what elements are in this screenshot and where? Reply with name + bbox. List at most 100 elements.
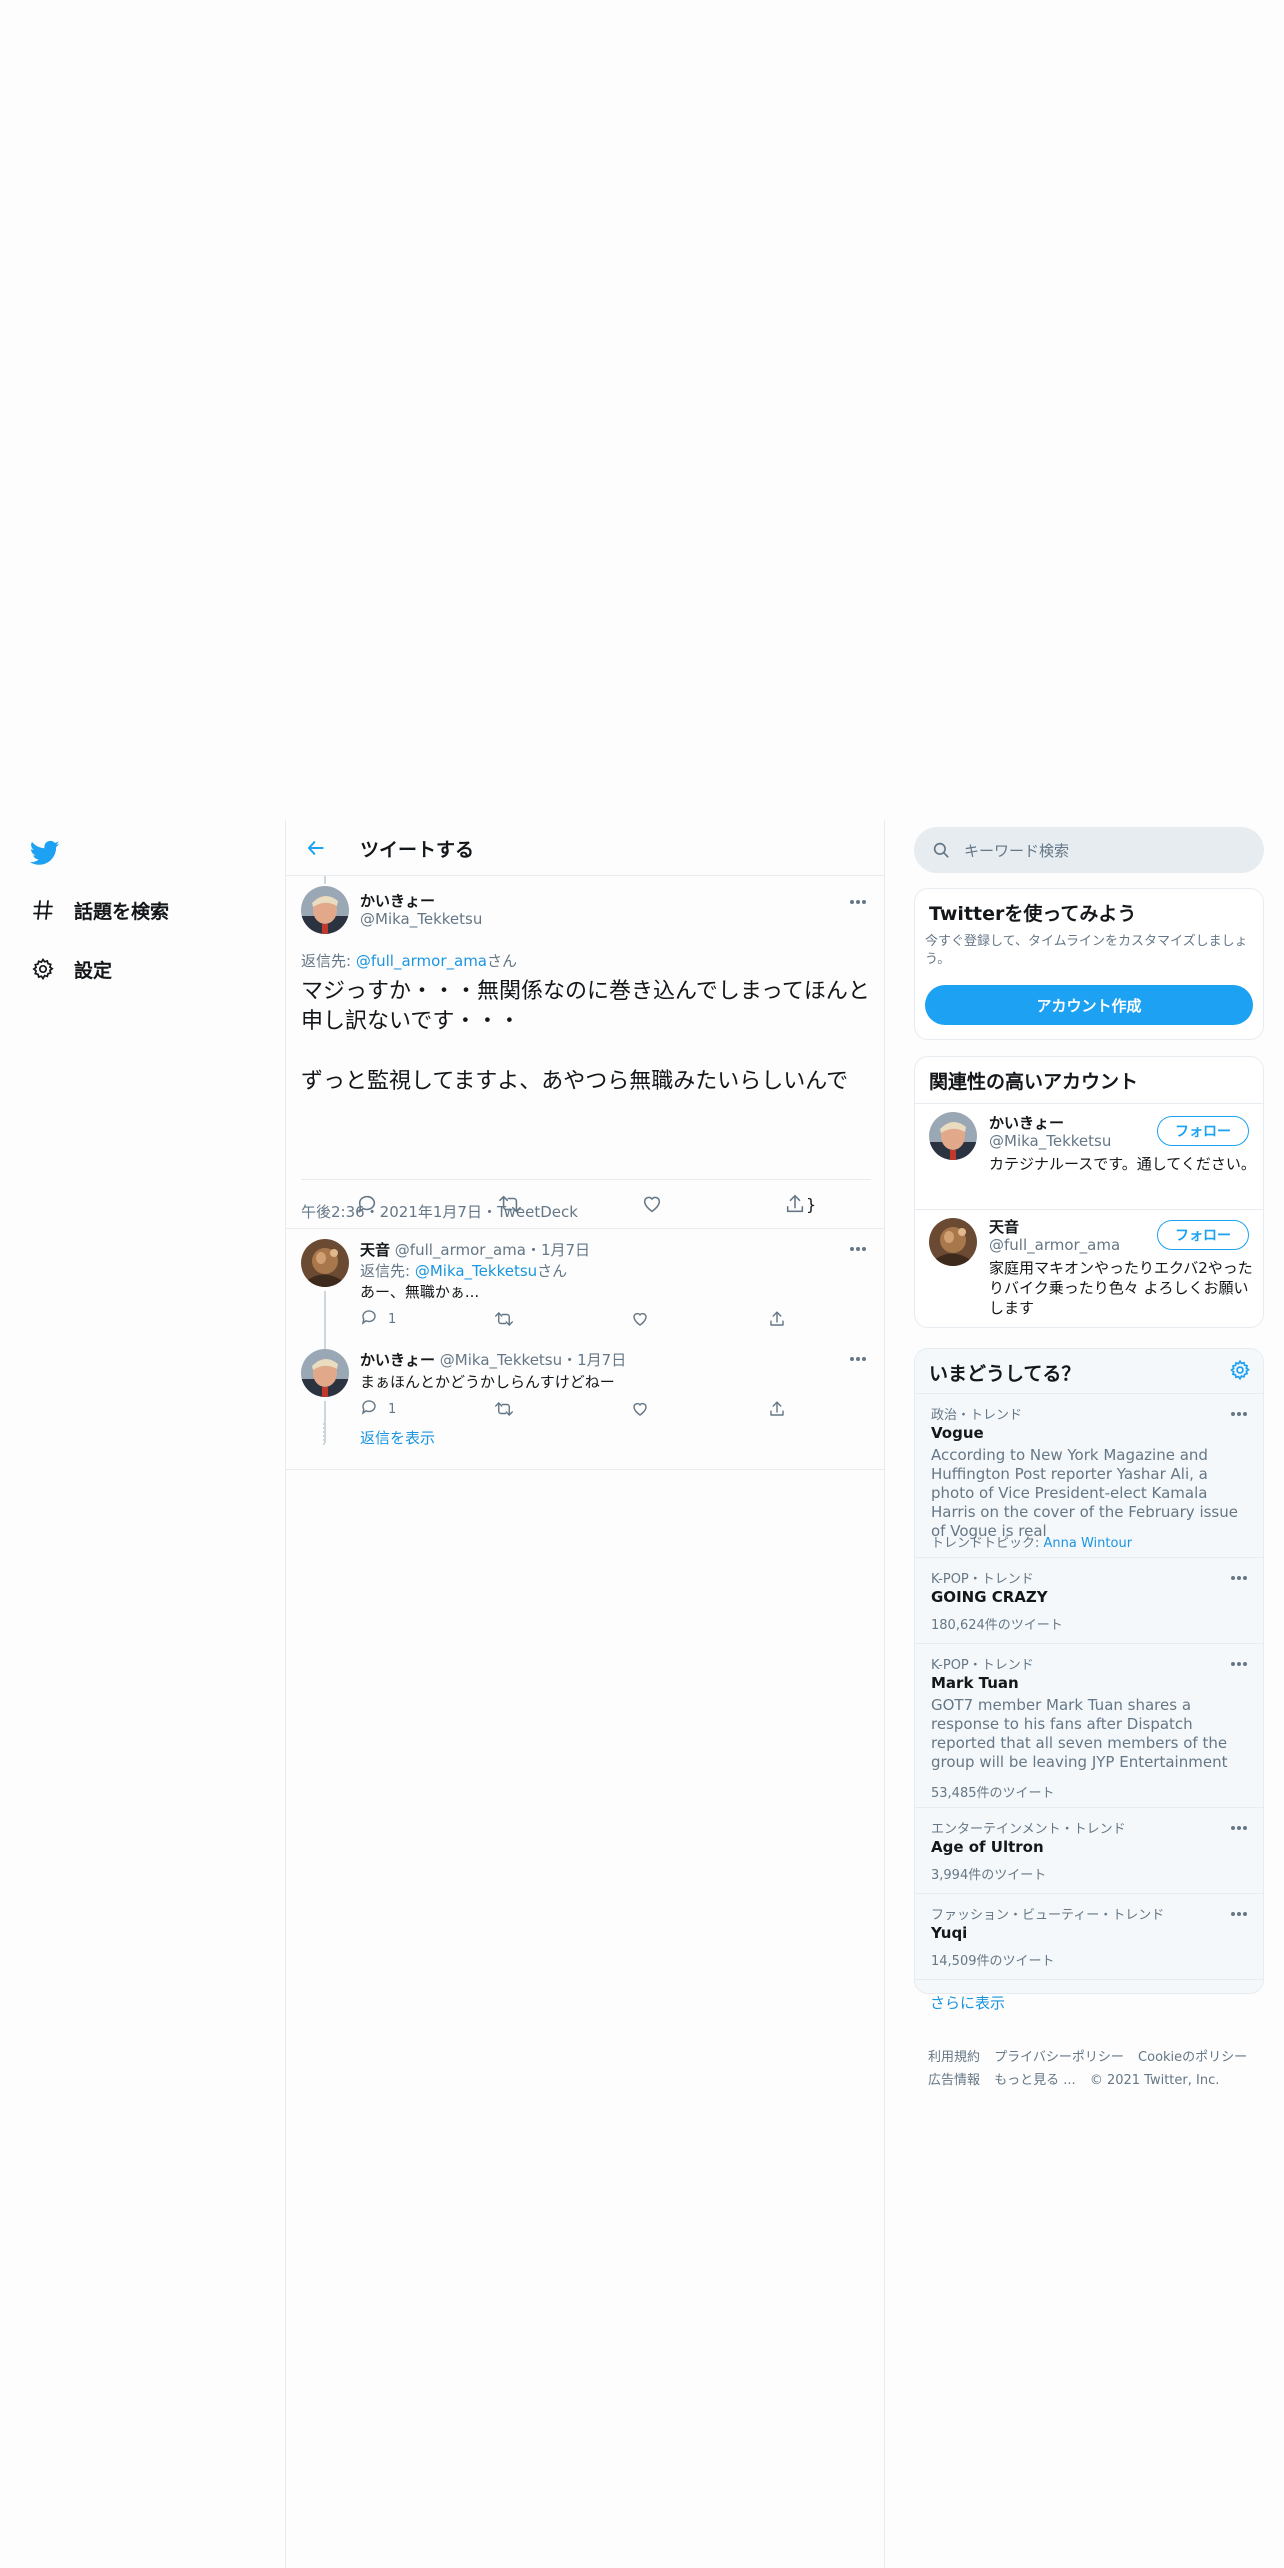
left-navigation: 話題を検索 設定 xyxy=(0,820,285,2568)
reply-author-handle[interactable]: @Mika_Tekketsu xyxy=(440,1351,562,1369)
footer-link[interactable]: Cookieのポリシー xyxy=(1138,2050,1247,2065)
reply-tweet[interactable]: かいきょー @Mika_Tekketsu・1月7日 まぁほんとかどうかしらんすけ… xyxy=(286,1339,884,1449)
search-box[interactable]: キーワード検索 xyxy=(914,827,1264,873)
more-options-icon[interactable] xyxy=(846,894,870,910)
replying-to: 返信先: @Mika_Tekketsuさん xyxy=(360,1260,567,1281)
retweet-icon[interactable] xyxy=(494,1310,514,1328)
trend-topic-link[interactable]: Anna Wintour xyxy=(1044,1536,1133,1551)
share-icon[interactable]: } xyxy=(784,1193,816,1215)
trend-name: Age of Ultron xyxy=(931,1838,1044,1856)
show-more-trends-link[interactable]: さらに表示 xyxy=(930,1992,1005,2013)
share-icon[interactable] xyxy=(768,1310,786,1328)
footer-link[interactable]: プライバシーポリシー xyxy=(994,2050,1124,2065)
trend-item[interactable]: エンターテインメント・トレンド Age of Ultron 3,994件のツイー… xyxy=(915,1807,1263,1893)
trend-name: GOING CRAZY xyxy=(931,1588,1048,1606)
footer-link[interactable]: 利用規約 xyxy=(928,2050,980,2065)
reply-suffix: さん xyxy=(537,1262,568,1280)
reply-suffix: さん xyxy=(487,952,518,970)
nav-item-settings[interactable]: 設定 xyxy=(28,949,112,989)
footer-links: 広告情報 もっと見る ... © 2021 Twitter, Inc. xyxy=(928,2069,1229,2088)
divider xyxy=(301,1179,871,1180)
trend-item[interactable]: ファッション・ビューティー・トレンド Yuqi 14,509件のツイート xyxy=(915,1893,1263,1979)
tweet-text-paragraph-2: ずっと監視してますよ、あやつら無職みたいらしいんで xyxy=(301,1069,849,1094)
reply-count: 1 xyxy=(388,1311,397,1327)
twitter-bird-icon[interactable] xyxy=(28,838,62,868)
trend-description: According to New York Magazine and Huffi… xyxy=(931,1446,1238,1540)
more-options-icon[interactable] xyxy=(846,1241,870,1257)
trend-category: K-POP・トレンド xyxy=(931,1572,1034,1587)
more-options-icon[interactable] xyxy=(1227,1570,1251,1586)
follow-button[interactable]: フォロー xyxy=(1157,1220,1249,1250)
retweet-icon[interactable] xyxy=(498,1193,522,1215)
reply-author-name[interactable]: かいきょー xyxy=(360,1351,435,1369)
avatar[interactable] xyxy=(929,1112,977,1160)
footer-links: 利用規約 プライバシーポリシー Cookieのポリシー xyxy=(928,2046,1257,2065)
reply-prefix: 返信先: xyxy=(360,1262,415,1280)
trend-description: GOT7 member Mark Tuan shares a response … xyxy=(931,1696,1228,1771)
back-arrow-icon[interactable] xyxy=(300,832,332,864)
like-icon[interactable] xyxy=(631,1310,649,1328)
trend-item[interactable]: 政治・トレンド Vogue According to New York Maga… xyxy=(915,1393,1263,1557)
trend-name: Vogue xyxy=(931,1424,984,1442)
trend-item[interactable]: K-POP・トレンド GOING CRAZY 180,624件のツイート xyxy=(915,1557,1263,1643)
reply-count: 1 xyxy=(388,1401,397,1417)
footer-link[interactable]: もっと見る ... xyxy=(994,2073,1076,2088)
share-icon[interactable] xyxy=(768,1400,786,1418)
account-row[interactable]: 天音 @full_armor_ama フォロー 家庭用マキオンやったりエクバ2や… xyxy=(915,1209,1263,1327)
reply-to-link[interactable]: @Mika_Tekketsu xyxy=(415,1262,537,1280)
show-replies-link[interactable]: 返信を表示 xyxy=(360,1427,435,1448)
trend-item[interactable]: K-POP・トレンド Mark Tuan GOT7 member Mark Tu… xyxy=(915,1643,1263,1807)
signup-description: 今すぐ登録して、タイムラインをカスタマイズしましょう。 xyxy=(925,934,1248,967)
account-name[interactable]: かいきょー xyxy=(989,1112,1064,1133)
avatar[interactable] xyxy=(301,1349,349,1397)
gear-icon[interactable] xyxy=(1229,1359,1253,1383)
trends-title: いまどうしてる？ xyxy=(929,1363,1081,1385)
reply-header: かいきょー @Mika_Tekketsu・1月7日 xyxy=(360,1349,626,1370)
reply-icon[interactable] xyxy=(356,1193,378,1215)
reply-header: 天音 @full_armor_ama・1月7日 xyxy=(360,1239,590,1260)
like-icon[interactable] xyxy=(641,1193,663,1215)
more-options-icon[interactable] xyxy=(1227,1406,1251,1422)
create-account-button[interactable]: アカウント作成 xyxy=(925,985,1253,1025)
divider xyxy=(286,1469,884,1470)
tweet-author-name[interactable]: かいきょー xyxy=(360,890,435,911)
hashtag-icon xyxy=(28,895,58,925)
account-handle[interactable]: @full_armor_ama xyxy=(989,1236,1120,1254)
reply-author-handle[interactable]: @full_armor_ama xyxy=(395,1241,526,1259)
thread-connector xyxy=(324,876,326,884)
more-options-icon[interactable] xyxy=(1227,1906,1251,1922)
search-input[interactable]: キーワード検索 xyxy=(964,840,1069,861)
reply-date[interactable]: ・1月7日 xyxy=(562,1351,626,1369)
trend-topic-prefix: トレンドトピック: xyxy=(931,1536,1044,1551)
reply-actions: 1 xyxy=(360,1389,860,1429)
retweet-icon[interactable] xyxy=(494,1400,514,1418)
sidebar: キーワード検索 Twitterを使ってみよう 今すぐ登録して、タイムラインをカス… xyxy=(914,820,1266,2568)
reply-button[interactable]: 1 xyxy=(360,1398,396,1420)
trend-category: K-POP・トレンド xyxy=(931,1658,1034,1673)
reply-icon xyxy=(360,1308,378,1330)
account-handle[interactable]: @Mika_Tekketsu xyxy=(989,1132,1111,1150)
reply-button[interactable]: 1 xyxy=(360,1308,396,1330)
more-options-icon[interactable] xyxy=(1227,1820,1251,1836)
avatar[interactable] xyxy=(301,886,349,934)
follow-button[interactable]: フォロー xyxy=(1157,1116,1249,1146)
reply-author-name[interactable]: 天音 xyxy=(360,1241,390,1259)
avatar[interactable] xyxy=(929,1218,977,1266)
trend-category: ファッション・ビューティー・トレンド xyxy=(931,1908,1165,1923)
focused-tweet: かいきょー @Mika_Tekketsu 返信先: @full_armor_am… xyxy=(286,876,884,1221)
related-accounts-card: 関連性の高いアカウント かいきょー @Mika_Tekketsu フォロー カテ… xyxy=(914,1056,1264,1328)
like-icon[interactable] xyxy=(631,1400,649,1418)
more-options-icon[interactable] xyxy=(846,1351,870,1367)
reply-tweet[interactable]: 天音 @full_armor_ama・1月7日 返信先: @Mika_Tekke… xyxy=(286,1229,884,1349)
nav-label-settings: 設定 xyxy=(74,959,113,982)
tweet-author-handle[interactable]: @Mika_Tekketsu xyxy=(360,910,482,928)
reply-to-link[interactable]: @full_armor_ama xyxy=(356,952,487,970)
avatar[interactable] xyxy=(301,1239,349,1287)
related-title: 関連性の高いアカウント xyxy=(929,1071,1139,1093)
more-options-icon[interactable] xyxy=(1227,1656,1251,1672)
nav-item-explore[interactable]: 話題を検索 xyxy=(28,890,169,930)
account-name[interactable]: 天音 xyxy=(989,1216,1019,1237)
footer-link[interactable]: 広告情報 xyxy=(928,2073,980,2088)
account-row[interactable]: かいきょー @Mika_Tekketsu フォロー カテジナルースです。通してく… xyxy=(915,1103,1263,1209)
reply-date[interactable]: ・1月7日 xyxy=(526,1241,590,1259)
